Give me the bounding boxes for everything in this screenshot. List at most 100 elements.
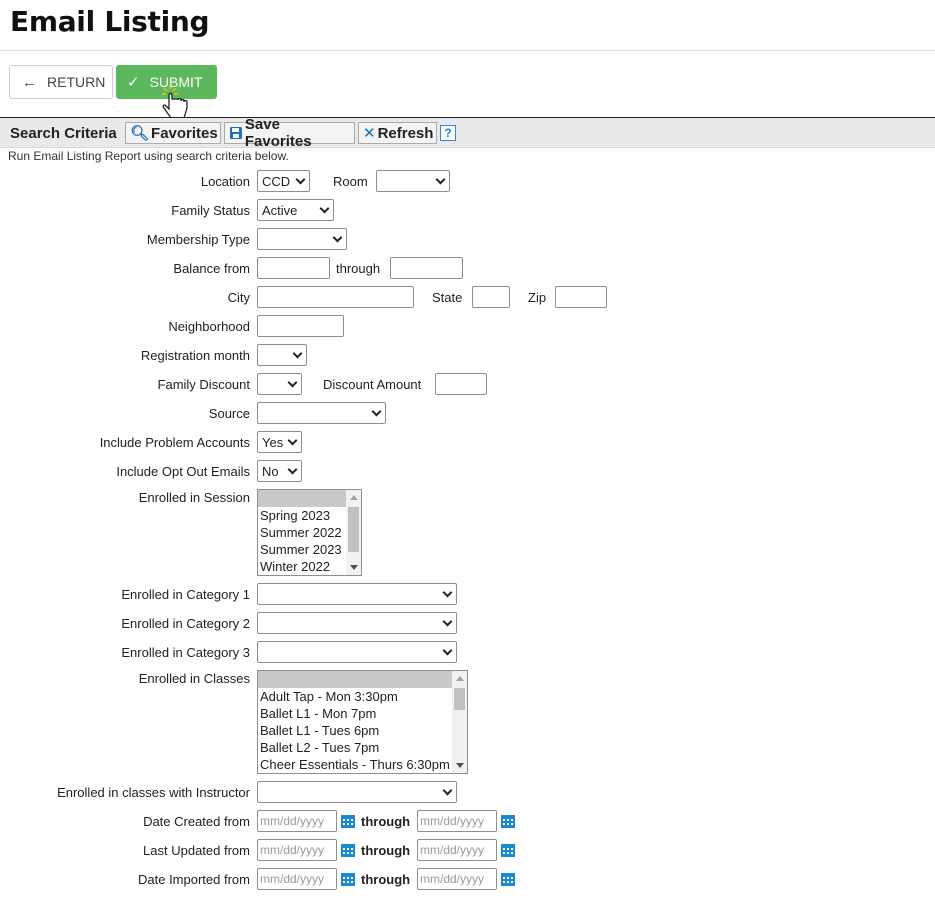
balance-through-input[interactable] (390, 257, 463, 279)
favorites-button[interactable]: 🔍︎ Favorites (125, 122, 221, 144)
date-imported-through-input[interactable]: mm/dd/yyyy (417, 868, 497, 890)
session-label: Enrolled in Session (138, 490, 250, 505)
chevron-down-icon (287, 377, 298, 388)
scroll-up-icon[interactable] (456, 676, 464, 681)
chevron-down-icon (442, 587, 453, 598)
help-icon[interactable]: ? (440, 125, 456, 141)
date-created-label: Date Created from (143, 814, 250, 829)
date-created-row: Date Created from mm/dd/yyyy through mm/… (0, 810, 935, 834)
category3-row: Enrolled in Category 3 (0, 641, 935, 665)
last-updated-label: Last Updated from (143, 843, 250, 858)
list-item[interactable]: Ballet L1 - Tues 6pm (258, 722, 467, 739)
registration-month-row: Registration month (0, 344, 935, 368)
opt-out-select[interactable]: No (257, 460, 302, 482)
scroll-up-icon[interactable] (350, 495, 358, 500)
classes-listbox[interactable]: Adult Tap - Mon 3:30pm Ballet L1 - Mon 7… (257, 670, 468, 774)
category1-row: Enrolled in Category 1 (0, 583, 935, 607)
intro-text: Run Email Listing Report using search cr… (8, 149, 289, 163)
list-item[interactable]: Ballet L1 - Mon 7pm (258, 705, 467, 722)
list-item[interactable]: Adult Tap - Mon 3:30pm (258, 688, 467, 705)
balance-through-label: through (336, 261, 381, 276)
last-updated-through-input[interactable]: mm/dd/yyyy (417, 839, 497, 861)
room-label: Room (333, 174, 368, 189)
balance-from-input[interactable] (257, 257, 330, 279)
state-input[interactable] (472, 286, 510, 308)
family-discount-select[interactable] (257, 373, 302, 395)
calendar-icon[interactable] (340, 871, 356, 887)
date-imported-label: Date Imported from (138, 872, 250, 887)
arrow-left-icon: ← (22, 73, 37, 91)
return-button[interactable]: ← RETURN (9, 65, 113, 99)
calendar-icon[interactable] (340, 813, 356, 829)
last-updated-from-input[interactable]: mm/dd/yyyy (257, 839, 337, 861)
room-select[interactable] (376, 170, 450, 192)
scrollbar[interactable] (346, 490, 361, 575)
registration-month-select[interactable] (257, 344, 307, 366)
membership-type-select[interactable] (257, 228, 347, 250)
city-label: City (227, 290, 250, 305)
category2-row: Enrolled in Category 2 (0, 612, 935, 636)
search-criteria-label: Search Criteria (10, 125, 117, 142)
category3-select[interactable] (257, 641, 457, 663)
problem-accounts-select[interactable]: Yes (257, 431, 302, 453)
balance-row: Balance from through (0, 257, 935, 281)
classes-label: Enrolled in Classes (138, 671, 250, 686)
last-updated-row: Last Updated from mm/dd/yyyy through mm/… (0, 839, 935, 863)
registration-month-label: Registration month (140, 348, 250, 363)
source-select[interactable] (257, 402, 386, 424)
chevron-down-icon (319, 203, 330, 214)
chevron-down-icon (292, 348, 303, 359)
calendar-icon[interactable] (500, 871, 516, 887)
opt-out-value: No (262, 463, 279, 479)
date-created-through-label: through (361, 814, 411, 829)
list-item[interactable] (258, 671, 467, 688)
scroll-thumb[interactable] (454, 688, 465, 710)
return-label: RETURN (47, 74, 106, 90)
refresh-button[interactable]: ✕ Refresh (358, 122, 437, 144)
scroll-down-icon[interactable] (350, 565, 358, 570)
chevron-down-icon (332, 232, 343, 243)
favorites-label: Favorites (151, 124, 218, 142)
date-created-from-input[interactable]: mm/dd/yyyy (257, 810, 337, 832)
list-item[interactable]: Ballet L2 - Tues 7pm (258, 739, 467, 756)
opt-out-row: Include Opt Out Emails No (0, 460, 935, 484)
chevron-down-icon (442, 785, 453, 796)
neighborhood-input[interactable] (257, 315, 344, 337)
list-item[interactable]: Cheer Essentials - Thurs 6:30pm (258, 756, 467, 773)
page-title: Email Listing (10, 5, 210, 38)
date-imported-from-input[interactable]: mm/dd/yyyy (257, 868, 337, 890)
calendar-icon[interactable] (340, 842, 356, 858)
city-input[interactable] (257, 286, 414, 308)
instructor-row: Enrolled in classes with Instructor (0, 781, 935, 805)
location-value: CCD (262, 173, 291, 189)
instructor-label: Enrolled in classes with Instructor (57, 785, 250, 800)
scroll-thumb[interactable] (348, 507, 359, 552)
calendar-icon[interactable] (500, 842, 516, 858)
location-label: Location (200, 174, 250, 189)
category1-select[interactable] (257, 583, 457, 605)
location-select[interactable]: CCD (257, 170, 310, 192)
source-label: Source (208, 406, 250, 421)
last-updated-through-label: through (361, 843, 411, 858)
scrollbar[interactable] (452, 671, 467, 773)
opt-out-label: Include Opt Out Emails (116, 464, 250, 479)
save-favorites-label: Save Favorites (244, 116, 312, 150)
category2-select[interactable] (257, 612, 457, 634)
chevron-down-icon (287, 464, 298, 475)
session-listbox[interactable]: Spring 2023 Summer 2022 Summer 2023 Wint… (257, 489, 362, 576)
search-icon: 🔍︎ (130, 125, 150, 142)
membership-type-row: Membership Type (0, 228, 935, 252)
instructor-select[interactable] (257, 781, 457, 803)
date-created-through-input[interactable]: mm/dd/yyyy (417, 810, 497, 832)
family-status-select[interactable]: Active (257, 199, 334, 221)
calendar-icon[interactable] (500, 813, 516, 829)
title-divider (0, 50, 935, 51)
discount-amount-input[interactable] (435, 373, 487, 395)
zip-input[interactable] (555, 286, 607, 308)
scroll-down-icon[interactable] (456, 763, 464, 768)
search-criteria-bar: Search Criteria 🔍︎ Favorites Save Favori… (0, 116, 935, 150)
neighborhood-label: Neighborhood (168, 319, 250, 334)
date-imported-through-label: through (361, 872, 411, 887)
category3-label: Enrolled in Category 3 (121, 645, 250, 660)
save-favorites-button[interactable]: Save Favorites (224, 116, 355, 150)
